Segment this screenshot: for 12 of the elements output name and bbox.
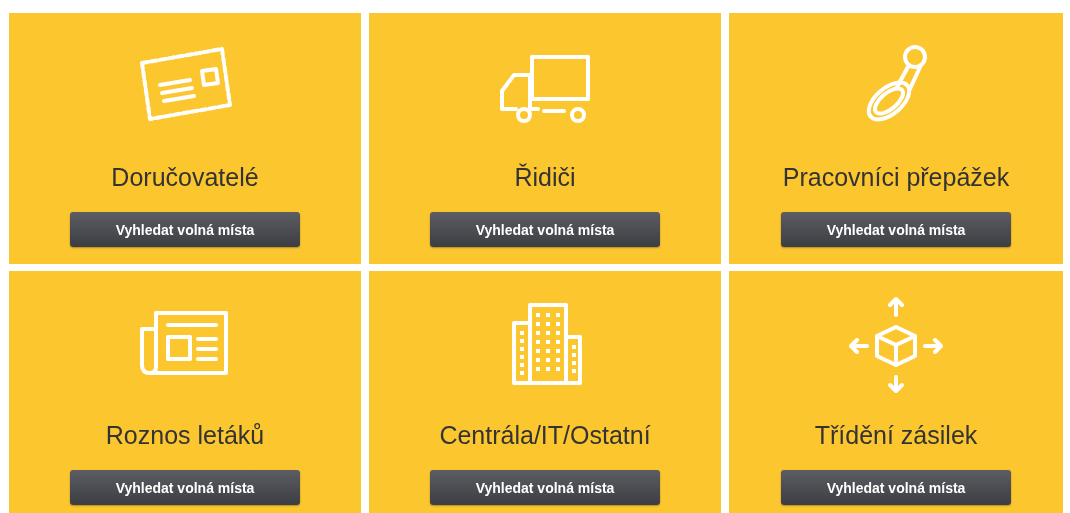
search-jobs-button[interactable]: Vyhledat volná místa (430, 212, 660, 247)
category-title: Pracovníci přepážek (782, 163, 1010, 192)
category-title: Řidiči (514, 163, 576, 192)
search-jobs-button[interactable]: Vyhledat volná místa (781, 212, 1011, 247)
search-jobs-button[interactable]: Vyhledat volná místa (430, 470, 660, 505)
category-title: Centrála/IT/Ostatní (439, 421, 651, 450)
search-jobs-button[interactable]: Vyhledat volná místa (781, 470, 1011, 505)
category-title: Třídění zásilek (814, 421, 978, 450)
category-title: Roznos letáků (105, 421, 265, 450)
category-title: Doručovatelé (111, 163, 259, 192)
search-jobs-button[interactable]: Vyhledat volná místa (70, 470, 300, 505)
search-jobs-button[interactable]: Vyhledat volná místa (70, 212, 300, 247)
